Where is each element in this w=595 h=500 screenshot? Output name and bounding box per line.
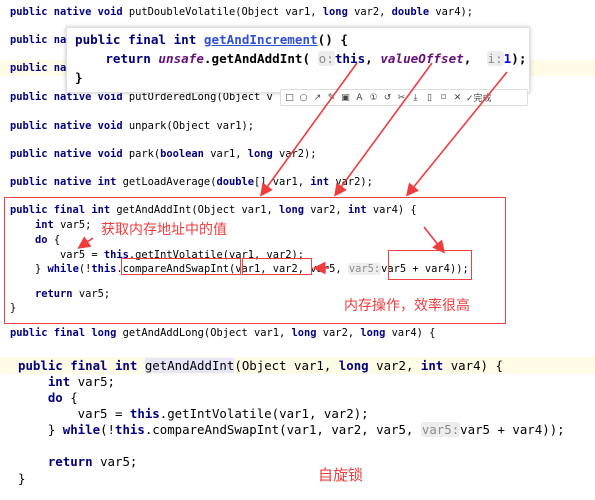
annotation-arrows [77,62,508,275]
arrow-get-value [77,236,94,249]
arrow-var4 [423,226,445,254]
arrow-this [260,62,358,197]
arrow-valueoffset [334,62,433,197]
arrow-increment [405,71,508,197]
